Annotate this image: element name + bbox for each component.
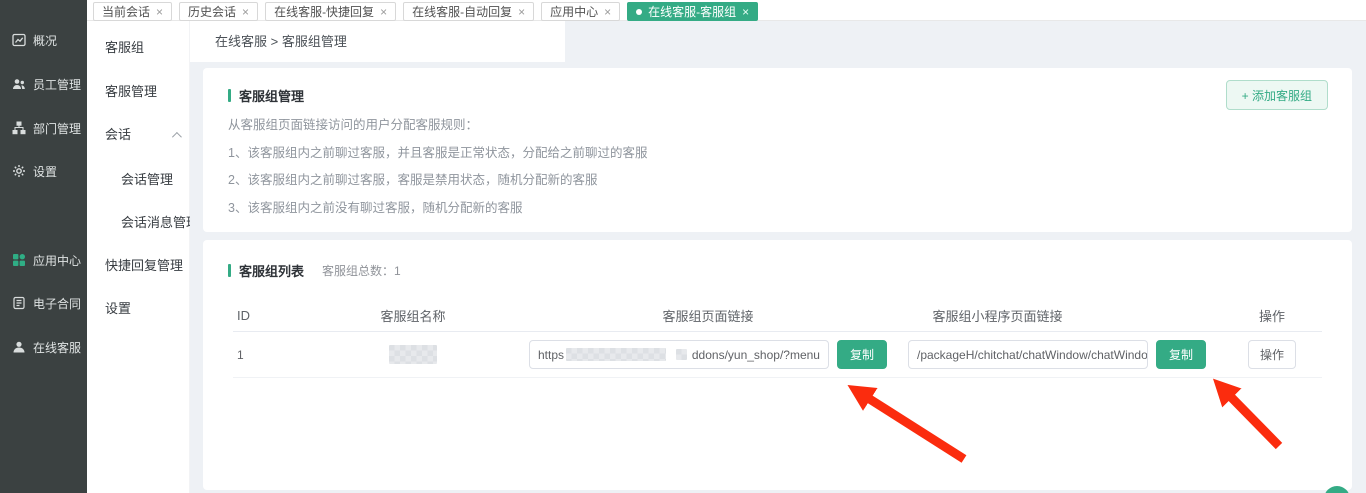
tab-app-center[interactable]: 应用中心 × bbox=[541, 2, 620, 21]
tab-close-icon[interactable]: × bbox=[518, 6, 525, 18]
service-group-manage-panel: 客服组管理 + 添加客服组 从客服组页面链接访问的用户分配客服规则： 1、该客服… bbox=[203, 68, 1352, 232]
add-service-group-button[interactable]: + 添加客服组 bbox=[1226, 80, 1328, 110]
sidebar-item-label: 概况 bbox=[33, 32, 57, 49]
submenu-item-label: 会话 bbox=[105, 125, 131, 145]
breadcrumb-bar: 在线客服 > 客服组管理 bbox=[190, 21, 565, 62]
tab-close-icon[interactable]: × bbox=[242, 6, 249, 18]
app-grid-icon bbox=[12, 253, 26, 267]
sidebar-item-label: 在线客服 bbox=[33, 339, 81, 356]
cell-action: 操作 bbox=[1222, 340, 1322, 369]
table-header-row: ID 客服组名称 客服组页面链接 客服组小程序页面链接 操作 bbox=[233, 300, 1322, 332]
sidebar-item-department[interactable]: 部门管理 bbox=[12, 118, 81, 138]
col-header-name: 客服组名称 bbox=[303, 306, 523, 325]
submenu-item-session-manage[interactable]: 会话管理 bbox=[121, 170, 173, 190]
submenu-item-settings[interactable]: 设置 bbox=[105, 299, 131, 319]
cell-group-name bbox=[303, 345, 523, 364]
submenu-item-session-message-manage[interactable]: 会话消息管理 bbox=[121, 213, 199, 233]
cell-id: 1 bbox=[233, 348, 303, 362]
sidebar-item-contract[interactable]: 电子合同 bbox=[12, 293, 81, 313]
rule-line: 2、该客服组内之前聊过客服，客服是禁用状态，随机分配新的客服 bbox=[228, 167, 647, 195]
panel-title-accent-bar bbox=[228, 264, 231, 277]
redacted-group-name bbox=[389, 345, 437, 364]
col-header-action: 操作 bbox=[1222, 306, 1322, 325]
rule-line: 3、该客服组内之前没有聊过客服，随机分配新的客服 bbox=[228, 195, 647, 223]
submenu-item-service-manage[interactable]: 客服管理 bbox=[105, 82, 157, 102]
sidebar-item-label: 设置 bbox=[33, 163, 57, 180]
group-count-label: 客服组总数：1 bbox=[322, 262, 401, 279]
sidebar-item-settings[interactable]: 设置 bbox=[12, 161, 57, 181]
tab-label: 应用中心 bbox=[550, 3, 598, 20]
service-group-list-panel: 客服组列表 客服组总数：1 ID 客服组名称 客服组页面链接 客服组小程序页面链… bbox=[203, 240, 1352, 490]
tab-auto-reply[interactable]: 在线客服-自动回复 × bbox=[403, 2, 534, 21]
tab-current-session[interactable]: 当前会话 × bbox=[93, 2, 172, 21]
panel-title: 客服组列表 bbox=[239, 261, 304, 280]
tab-label: 历史会话 bbox=[188, 3, 236, 20]
contract-icon bbox=[12, 296, 26, 310]
redacted-domain bbox=[566, 348, 666, 361]
panel-header: 客服组管理 bbox=[228, 86, 304, 105]
chevron-up-icon bbox=[172, 131, 182, 141]
cell-mini-program-link: /packageH/chitchat/chatWindow/chatWindow… bbox=[893, 340, 1222, 369]
overview-icon bbox=[12, 33, 26, 47]
sidebar-item-app-center[interactable]: 应用中心 bbox=[12, 250, 81, 270]
tab-label: 在线客服-客服组 bbox=[648, 3, 736, 20]
col-header-page-link: 客服组页面链接 bbox=[523, 306, 893, 325]
cell-page-link: https ddons/yun_shop/?menu 复制 bbox=[523, 340, 893, 369]
app-window: 概况 员工管理 部门管理 设置 应用中心 电子合同 在线客服 客服组 客服管理 bbox=[0, 0, 1366, 493]
active-tab-dot-icon bbox=[636, 9, 642, 15]
sidebar-item-online-service[interactable]: 在线客服 bbox=[12, 337, 81, 357]
gear-icon bbox=[12, 164, 26, 178]
mini-program-link-input[interactable]: /packageH/chitchat/chatWindow/chatWindow… bbox=[908, 340, 1148, 369]
submenu-item-session-group[interactable]: 会话 bbox=[105, 125, 179, 145]
breadcrumb: 在线客服 > 客服组管理 bbox=[215, 21, 347, 62]
assignment-rules: 从客服组页面链接访问的用户分配客服规则： 1、该客服组内之前聊过客服，并且客服是… bbox=[228, 112, 647, 222]
service-group-table: ID 客服组名称 客服组页面链接 客服组小程序页面链接 操作 1 https bbox=[233, 300, 1322, 378]
tab-history-session[interactable]: 历史会话 × bbox=[179, 2, 258, 21]
row-action-button[interactable]: 操作 bbox=[1248, 340, 1296, 369]
main-content: 在线客服 > 客服组管理 客服组管理 + 添加客服组 从客服组页面链接访问的用户… bbox=[190, 21, 1366, 493]
tab-bar: 当前会话 × 历史会话 × 在线客服-快捷回复 × 在线客服-自动回复 × 应用… bbox=[87, 0, 1366, 21]
department-icon bbox=[12, 121, 26, 135]
rule-line: 1、该客服组内之前聊过客服，并且客服是正常状态，分配给之前聊过的客服 bbox=[228, 140, 647, 168]
tab-quick-reply[interactable]: 在线客服-快捷回复 × bbox=[265, 2, 396, 21]
col-header-id: ID bbox=[233, 308, 303, 323]
tab-close-icon[interactable]: × bbox=[156, 6, 163, 18]
submenu-sidebar: 客服组 客服管理 会话 会话管理 会话消息管理 快捷回复管理 设置 bbox=[87, 0, 190, 493]
page-link-input[interactable]: https ddons/yun_shop/?menu bbox=[529, 340, 829, 369]
sidebar-item-label: 部门管理 bbox=[33, 120, 81, 137]
redacted-segment bbox=[676, 349, 687, 360]
sidebar-item-label: 员工管理 bbox=[33, 76, 81, 93]
submenu-item-service-group[interactable]: 客服组 bbox=[105, 38, 144, 58]
tab-close-icon[interactable]: × bbox=[742, 6, 749, 18]
copy-page-link-button[interactable]: 复制 bbox=[837, 340, 887, 369]
tab-close-icon[interactable]: × bbox=[604, 6, 611, 18]
staff-icon bbox=[12, 77, 26, 91]
submenu-item-quick-reply-manage[interactable]: 快捷回复管理 bbox=[105, 256, 183, 276]
tab-service-group-active[interactable]: 在线客服-客服组 × bbox=[627, 2, 758, 21]
tab-label: 当前会话 bbox=[102, 3, 150, 20]
tab-label: 在线客服-快捷回复 bbox=[274, 3, 374, 20]
customer-service-icon bbox=[12, 340, 26, 354]
col-header-mini-link: 客服组小程序页面链接 bbox=[893, 306, 1222, 325]
panel-title: 客服组管理 bbox=[239, 86, 304, 105]
sidebar-item-label: 应用中心 bbox=[33, 252, 81, 269]
sidebar-item-label: 电子合同 bbox=[33, 295, 81, 312]
sidebar-item-staff[interactable]: 员工管理 bbox=[12, 74, 81, 94]
tab-close-icon[interactable]: × bbox=[380, 6, 387, 18]
rule-line: 从客服组页面链接访问的用户分配客服规则： bbox=[228, 112, 647, 140]
link-text-prefix: https bbox=[538, 348, 564, 362]
link-text-suffix: ddons/yun_shop/?menu bbox=[692, 348, 820, 362]
main-sidebar: 概况 员工管理 部门管理 设置 应用中心 电子合同 在线客服 bbox=[0, 0, 87, 493]
tab-label: 在线客服-自动回复 bbox=[412, 3, 512, 20]
table-row: 1 https ddons/yun_shop/?menu 复制 bbox=[233, 332, 1322, 378]
panel-header: 客服组列表 客服组总数：1 bbox=[228, 261, 401, 280]
sidebar-item-overview[interactable]: 概况 bbox=[12, 30, 57, 50]
copy-mini-program-link-button[interactable]: 复制 bbox=[1156, 340, 1206, 369]
panel-title-accent-bar bbox=[228, 89, 231, 102]
